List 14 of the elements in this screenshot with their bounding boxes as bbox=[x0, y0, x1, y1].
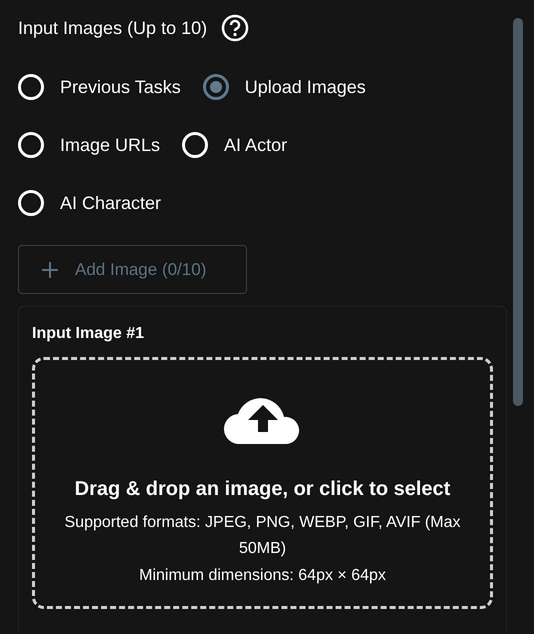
dropzone-heading: Drag & drop an image, or click to select bbox=[74, 477, 450, 502]
radio-option[interactable]: AI Actor bbox=[182, 131, 288, 159]
help-icon[interactable] bbox=[221, 14, 250, 42]
section-title: Input Images (Up to 10) bbox=[18, 16, 208, 40]
radio-option[interactable]: Previous Tasks bbox=[18, 73, 181, 101]
card-title: Input Image #1 bbox=[32, 324, 146, 344]
dropzone[interactable]: Drag & drop an image, or click to select Supported formats: JPEG, PNG, WEBP, GIF, AVIF (Max 50MB) Minimum dimensions: 64px × 64px bbox=[32, 357, 493, 609]
radio-option[interactable]: Image URLs bbox=[18, 131, 160, 159]
dimensions-text: Minimum dimensions: 64px × 64px bbox=[139, 566, 386, 586]
radio-option[interactable]: AI Character bbox=[18, 189, 162, 217]
scrollbar[interactable] bbox=[513, 18, 523, 406]
formats-text: Supported formats: JPEG, PNG, WEBP, GIF, AVIF (Max 50MB) bbox=[64, 513, 462, 559]
radio-option[interactable]: Upload Images bbox=[202, 73, 366, 101]
plus-icon bbox=[41, 260, 59, 278]
